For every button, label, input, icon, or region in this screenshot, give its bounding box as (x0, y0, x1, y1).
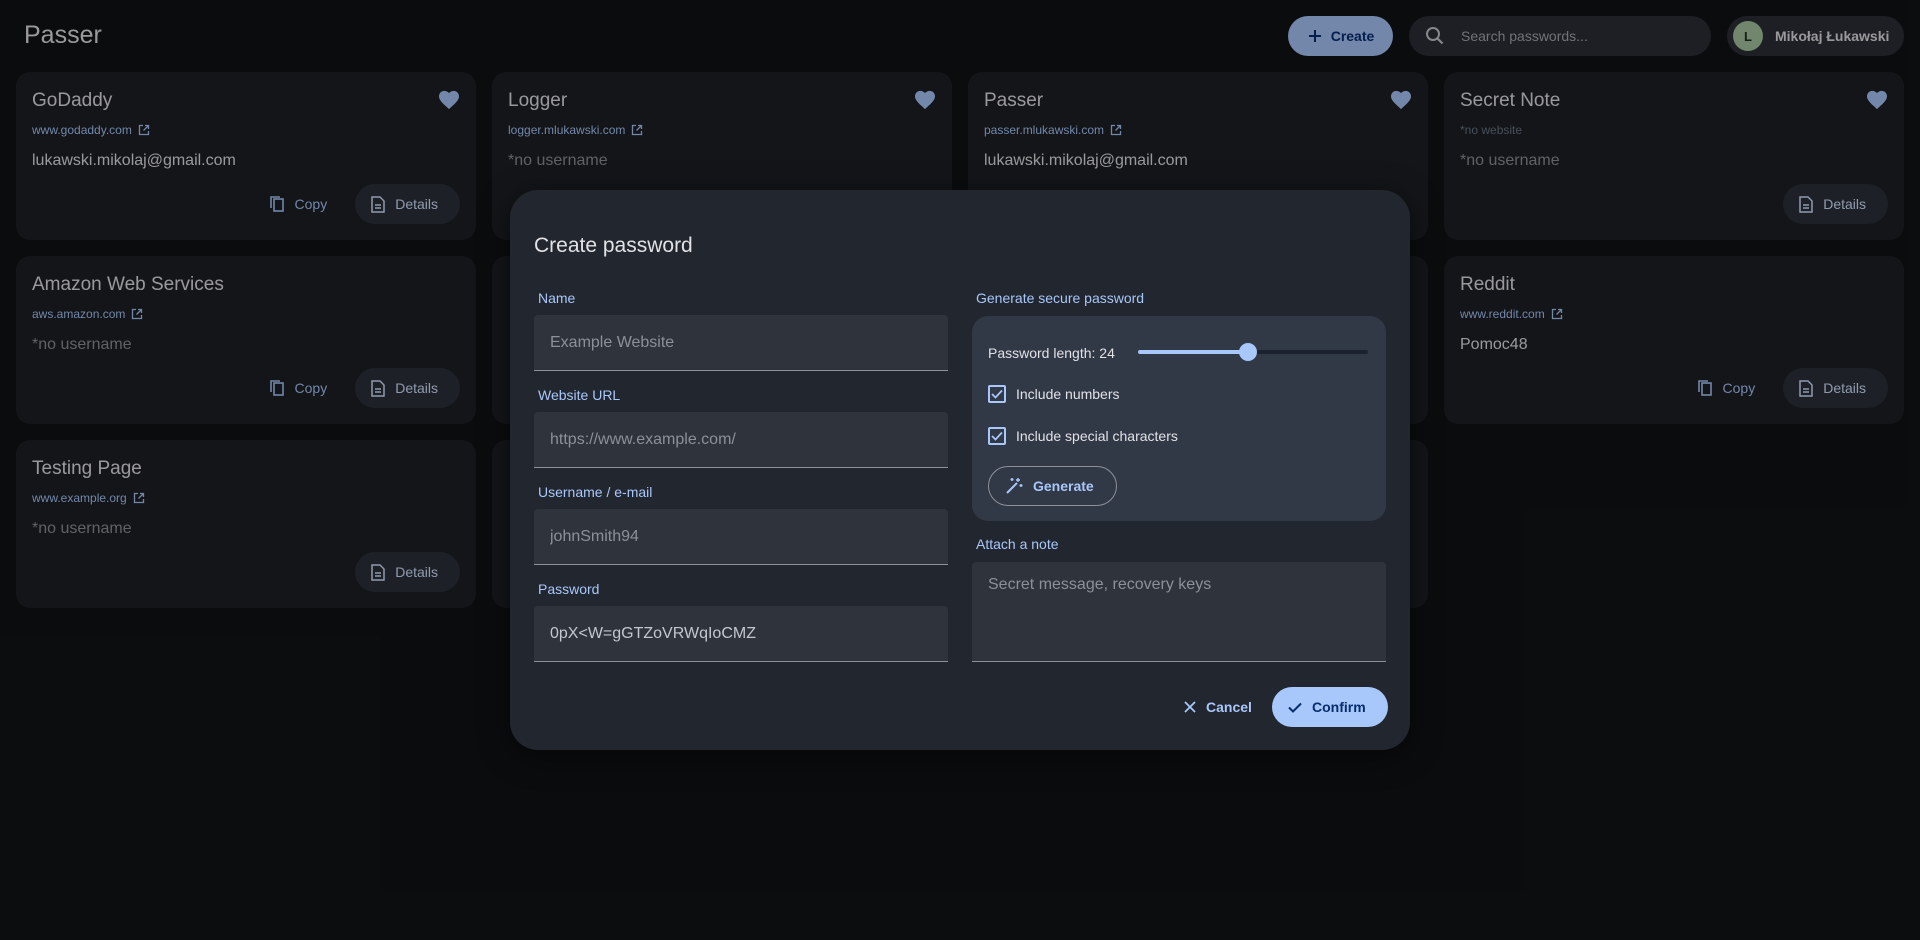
note-label: Attach a note (976, 536, 1059, 552)
check-icon (991, 431, 1003, 441)
generate-button[interactable]: Generate (988, 466, 1117, 506)
cancel-button-label: Cancel (1206, 699, 1252, 715)
cancel-button[interactable]: Cancel (1172, 687, 1264, 727)
slider-handle[interactable] (1239, 343, 1258, 361)
name-field[interactable] (534, 315, 948, 371)
include-special-label: Include special characters (1016, 428, 1178, 444)
username-field[interactable] (534, 509, 948, 565)
include-special-option[interactable]: Include special characters (988, 427, 1178, 445)
password-label: Password (538, 581, 600, 597)
include-special-checkbox[interactable] (988, 427, 1006, 445)
website-url-input[interactable] (534, 412, 948, 467)
username-label: Username / e-mail (538, 484, 653, 500)
note-textarea[interactable] (972, 562, 1386, 661)
password-length-slider[interactable] (1138, 342, 1368, 362)
note-field[interactable] (972, 562, 1386, 662)
generator-section-label: Generate secure password (976, 290, 1145, 306)
check-icon (991, 389, 1003, 399)
check-icon (1288, 702, 1302, 713)
create-password-dialog: Create password Name Website URL Usernam… (510, 190, 1410, 750)
dialog-title: Create password (534, 234, 693, 257)
include-numbers-label: Include numbers (1016, 386, 1120, 402)
slider-fill (1138, 350, 1249, 354)
password-field[interactable] (534, 606, 948, 662)
confirm-button[interactable]: Confirm (1272, 687, 1388, 727)
username-input[interactable] (534, 509, 948, 564)
password-generator-panel: Password length: 24 Include numbers Incl… (972, 316, 1386, 521)
include-numbers-option[interactable]: Include numbers (988, 385, 1120, 403)
generate-button-label: Generate (1033, 478, 1094, 494)
confirm-button-label: Confirm (1312, 699, 1366, 715)
website-url-label: Website URL (538, 387, 621, 403)
password-input[interactable] (534, 606, 948, 661)
name-input[interactable] (534, 315, 948, 370)
magic-wand-icon (1005, 477, 1023, 495)
password-length-label: Password length: 24 (988, 345, 1115, 361)
website-url-field[interactable] (534, 412, 948, 468)
include-numbers-checkbox[interactable] (988, 385, 1006, 403)
name-label: Name (538, 290, 576, 306)
close-icon (1184, 701, 1196, 713)
